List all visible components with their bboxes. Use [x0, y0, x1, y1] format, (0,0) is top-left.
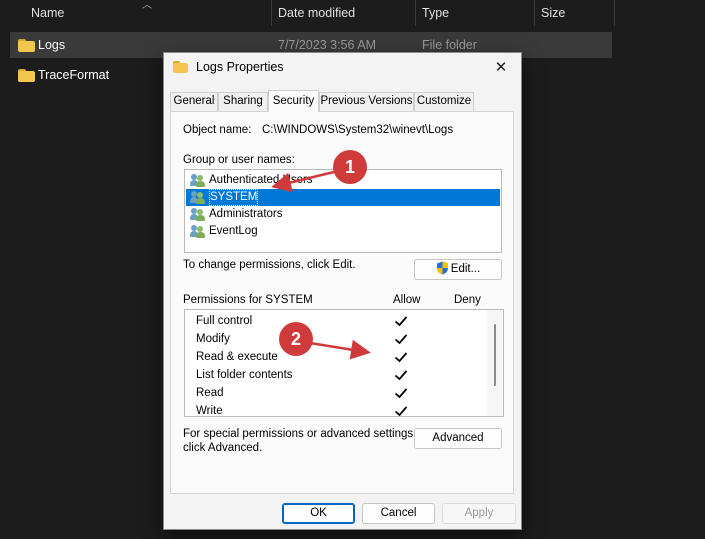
tab-security[interactable]: Security	[268, 90, 319, 112]
tab-sharing[interactable]: Sharing	[218, 92, 268, 111]
edit-button[interactable]: Edit...	[414, 259, 502, 280]
column-header-name[interactable]: Name	[31, 0, 64, 26]
column-divider[interactable]	[415, 0, 416, 26]
annotation-badge-1: 1	[333, 150, 367, 184]
permission-row-write: Write	[185, 402, 485, 417]
apply-button[interactable]: Apply	[442, 503, 516, 524]
uac-shield-icon	[436, 261, 448, 275]
checkmark-icon	[394, 334, 408, 345]
column-header-type[interactable]: Type	[422, 0, 449, 26]
users-icon	[190, 190, 206, 205]
permission-name: Write	[196, 405, 223, 417]
deny-column-header: Deny	[454, 294, 481, 306]
checkmark-icon	[394, 352, 408, 363]
column-divider[interactable]	[534, 0, 535, 26]
dialog-titlebar[interactable]: Logs Properties ✕	[164, 53, 521, 83]
special-permissions-hint-line2: click Advanced.	[183, 442, 263, 454]
folder-icon	[173, 61, 188, 73]
permission-row-read-execute: Read & execute	[185, 348, 485, 366]
file-name: Logs	[38, 38, 66, 52]
list-item-label: EventLog	[209, 225, 258, 237]
column-divider[interactable]	[271, 0, 272, 26]
tab-previous-versions[interactable]: Previous Versions	[319, 92, 414, 111]
group-list-label: Group or user names:	[183, 154, 295, 166]
column-header-size[interactable]: Size	[541, 0, 565, 26]
permission-row-list-folder-contents: List folder contents	[185, 366, 485, 384]
scrollbar-thumb[interactable]	[494, 324, 496, 386]
permission-name: List folder contents	[196, 369, 293, 381]
permission-name: Full control	[196, 315, 253, 327]
list-item-administrators[interactable]: Administrators	[186, 206, 500, 223]
file-name: TraceFormat	[38, 68, 110, 82]
close-icon[interactable]: ✕	[481, 53, 521, 82]
sort-ascending-icon: ︿	[142, 0, 152, 11]
permission-name: Read & execute	[196, 351, 278, 363]
users-icon	[190, 207, 206, 222]
ok-button[interactable]: OK	[282, 503, 355, 524]
column-divider[interactable]	[614, 0, 615, 26]
tab-customize[interactable]: Customize	[414, 92, 474, 111]
permission-row-read: Read	[185, 384, 485, 402]
list-item-label: Authenticated Users	[209, 174, 313, 186]
checkmark-icon	[394, 406, 408, 416]
users-icon	[190, 173, 206, 188]
list-item-label: SYSTEM	[209, 189, 259, 206]
folder-icon	[18, 69, 35, 82]
users-icon	[190, 224, 206, 239]
checkmark-icon	[394, 370, 408, 381]
annotation-badge-2: 2	[279, 322, 313, 356]
permissions-scrollbar[interactable]	[487, 310, 503, 416]
list-item-label: Administrators	[209, 208, 283, 220]
permission-name: Modify	[196, 333, 230, 345]
properties-dialog: Logs Properties ✕ General Sharing Securi…	[163, 52, 522, 530]
cancel-button[interactable]: Cancel	[362, 503, 435, 524]
permission-name: Read	[196, 387, 224, 399]
column-header-date[interactable]: Date modified	[278, 0, 355, 26]
list-item-system[interactable]: SYSTEM	[186, 189, 500, 206]
edit-button-label: Edit...	[450, 263, 481, 275]
permissions-label: Permissions for SYSTEM	[183, 294, 313, 306]
tab-general[interactable]: General	[170, 92, 218, 111]
object-name-label: Object name:	[183, 124, 252, 136]
change-permissions-hint: To change permissions, click Edit.	[183, 259, 356, 271]
permission-row-full-control: Full control	[185, 312, 485, 330]
allow-column-header: Allow	[393, 294, 421, 306]
checkmark-icon	[394, 388, 408, 399]
object-name-value: C:\WINDOWS\System32\winevt\Logs	[262, 124, 454, 136]
permission-row-modify: Modify	[185, 330, 485, 348]
folder-icon	[18, 39, 35, 52]
advanced-button[interactable]: Advanced	[414, 428, 502, 449]
special-permissions-hint-line1: For special permissions or advanced sett…	[183, 428, 417, 440]
permissions-list[interactable]: Full control Modify Read & execute List …	[184, 309, 504, 417]
list-item-eventlog[interactable]: EventLog	[186, 223, 500, 240]
checkmark-icon	[394, 316, 408, 327]
dialog-footer: OK Cancel Apply	[164, 494, 521, 529]
dialog-title: Logs Properties	[196, 60, 284, 74]
tab-strip: General Sharing Security Previous Versio…	[170, 90, 510, 112]
